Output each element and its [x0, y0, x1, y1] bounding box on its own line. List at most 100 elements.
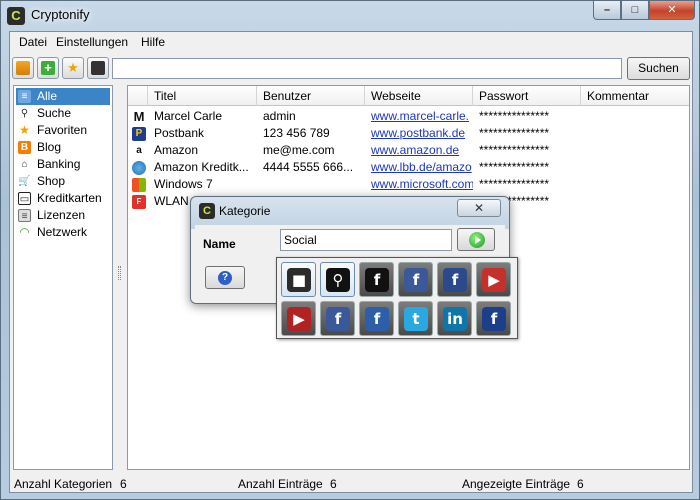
search-button[interactable]: Suchen: [627, 57, 690, 80]
icon-choice[interactable]: f: [398, 262, 433, 297]
all-icon: ≡: [18, 90, 31, 103]
table-row[interactable]: M Marcel Carle admin www.marcel-carle. *…: [128, 108, 689, 125]
favorite-entry-button[interactable]: ★: [62, 57, 84, 79]
column-header-passwort[interactable]: Passwort: [473, 86, 581, 106]
cell-titel: Windows 7: [154, 177, 213, 191]
sidebar-item-blog[interactable]: B Blog: [16, 139, 110, 156]
sidebar-item-label: Alle: [37, 89, 58, 103]
table-header: Titel Benutzer Webseite Passwort Komment…: [128, 86, 689, 106]
star-icon: ★: [19, 123, 30, 137]
sidebar-item-banking[interactable]: ⌂ Banking: [16, 156, 110, 173]
window-title: Cryptonify: [31, 7, 90, 22]
menu-bar: Datei Einstellungen Hilfe: [10, 32, 692, 52]
menu-datei[interactable]: Datei: [19, 35, 47, 49]
cell-webseite-link[interactable]: www.microsoft.com: [365, 176, 473, 193]
cell-passwort: ***************: [479, 126, 550, 140]
magnifier-icon: ⚲: [326, 268, 350, 292]
twitter-icon: t: [404, 307, 428, 331]
icon-choice[interactable]: f: [437, 262, 472, 297]
sidebar-item-netzwerk[interactable]: ◠ Netzwerk: [16, 224, 110, 241]
icon-choice[interactable]: in: [437, 301, 472, 336]
menu-hilfe[interactable]: Hilfe: [141, 35, 165, 49]
cell-kommentar: [581, 142, 689, 159]
icon-choice[interactable]: f: [476, 301, 511, 336]
cell-webseite-link[interactable]: www.amazon.de: [365, 142, 473, 159]
linkedin-icon: in: [443, 307, 467, 331]
cell-benutzer: admin: [263, 109, 296, 123]
search-input[interactable]: [112, 58, 622, 79]
globe-icon: [132, 161, 146, 175]
column-header-titel[interactable]: Titel: [148, 86, 257, 106]
marcel-m-icon: M: [133, 109, 145, 124]
column-header-webseite[interactable]: Webseite: [365, 86, 473, 106]
open-safe-button[interactable]: [12, 57, 34, 79]
dialog-close-button[interactable]: ✕: [457, 199, 501, 217]
icon-choice[interactable]: ▶: [476, 262, 511, 297]
menu-einstellungen[interactable]: Einstellungen: [56, 35, 128, 49]
sidebar-item-alle[interactable]: ≡ Alle: [16, 88, 110, 105]
splitter-handle[interactable]: [118, 266, 121, 280]
cell-kommentar: [581, 176, 689, 193]
cell-webseite-link[interactable]: www.postbank.de: [365, 125, 473, 142]
add-entry-button[interactable]: +: [37, 57, 59, 79]
save-icon: [91, 61, 105, 75]
sidebar-item-favoriten[interactable]: ★ Favoriten: [16, 122, 110, 139]
icon-choice[interactable]: f: [359, 262, 394, 297]
status-bar: Anzahl Kategorien 6 Anzahl Einträge 6 An…: [10, 473, 692, 493]
facebook-dark-icon: f: [482, 307, 506, 331]
credit-card-icon: ▭: [18, 192, 31, 205]
maximize-button[interactable]: □: [621, 1, 649, 20]
cell-titel: Postbank: [154, 126, 205, 140]
cell-benutzer: 4444 5555 666...: [263, 160, 354, 174]
sidebar-item-suche[interactable]: ⚲ Suche: [16, 105, 110, 122]
fritzbox-icon: F: [132, 195, 146, 209]
minimize-button[interactable]: –: [593, 1, 621, 20]
facebook-grunge-icon: f: [404, 268, 428, 292]
cell-titel: Marcel Carle: [154, 109, 223, 123]
cell-passwort: ***************: [479, 177, 550, 191]
license-icon: ≡: [18, 209, 31, 222]
close-button[interactable]: ✕: [649, 1, 695, 20]
cell-webseite-link[interactable]: www.lbb.de/amazo: [365, 159, 473, 176]
column-header-kommentar[interactable]: Kommentar: [581, 86, 689, 106]
icon-choice[interactable]: f: [359, 301, 394, 336]
sidebar-item-shop[interactable]: 🛒 Shop: [16, 173, 110, 190]
sidebar-item-kreditkarten[interactable]: ▭ Kreditkarten: [16, 190, 110, 207]
facebook-black-icon: f: [365, 268, 389, 292]
cell-kommentar: [581, 125, 689, 142]
title-bar[interactable]: C Cryptonify – □ ✕: [1, 1, 700, 31]
cell-webseite-link[interactable]: www.marcel-carle.: [365, 108, 473, 125]
table-row[interactable]: a Amazon me@me.com www.amazon.de *******…: [128, 142, 689, 159]
facebook-splash-icon: f: [443, 268, 467, 292]
table-row[interactable]: P Postbank 123 456 789 www.postbank.de *…: [128, 125, 689, 142]
icon-choice[interactable]: ■: [281, 262, 316, 297]
status-kategorien-value: 6: [120, 477, 127, 491]
column-header-benutzer[interactable]: Benutzer: [257, 86, 365, 106]
bank-icon: ⌂: [21, 159, 28, 170]
help-button[interactable]: ?: [205, 266, 245, 289]
save-button[interactable]: [87, 57, 109, 79]
table-row[interactable]: Amazon Kreditk... 4444 5555 666... www.l…: [128, 159, 689, 176]
category-name-input[interactable]: [280, 229, 452, 251]
facebook-icon: f: [365, 307, 389, 331]
column-header-icon[interactable]: [128, 86, 148, 106]
cell-passwort: ***************: [479, 143, 550, 157]
cell-kommentar: [581, 108, 689, 125]
sidebar-item-lizenzen[interactable]: ≡ Lizenzen: [16, 207, 110, 224]
cell-kommentar: [581, 193, 689, 210]
sidebar-item-label: Netzwerk: [37, 225, 88, 239]
icon-choice[interactable]: ▶: [281, 301, 316, 336]
sidebar-item-label: Shop: [37, 174, 66, 188]
icon-choice[interactable]: ⚲: [320, 262, 355, 297]
dialog-title: Kategorie: [219, 204, 271, 218]
add-entry-icon: +: [41, 61, 55, 75]
sidebar-item-label: Banking: [37, 157, 81, 171]
icon-choice[interactable]: t: [398, 301, 433, 336]
favorite-entry-icon: ★: [67, 60, 79, 75]
icon-choice[interactable]: f: [320, 301, 355, 336]
table-row[interactable]: Windows 7 www.microsoft.com ************…: [128, 176, 689, 193]
blogger-icon: B: [18, 141, 31, 154]
name-label: Name: [203, 237, 236, 251]
confirm-button[interactable]: [457, 228, 495, 251]
sidebar-item-label: Kreditkarten: [37, 191, 102, 205]
